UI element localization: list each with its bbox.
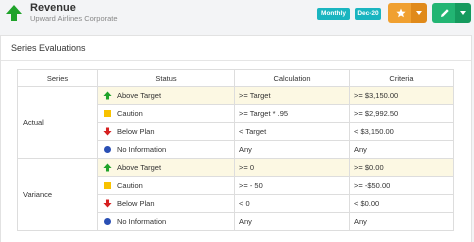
status-label: Below Plan (117, 199, 155, 208)
criteria-cell: Any (349, 140, 454, 159)
criteria-cell: >= -$50.00 (349, 176, 454, 195)
calculation-cell: >= Target * .95 (234, 104, 350, 123)
calculation-cell: < Target (234, 122, 350, 141)
status-cell: Caution (97, 104, 235, 123)
column-header-series: Series (17, 69, 98, 87)
yellow-square-icon (102, 109, 112, 119)
red-down-arrow-icon (102, 127, 112, 137)
status-cell: Below Plan (97, 194, 235, 213)
status-cell: Caution (97, 176, 235, 195)
calculation-cell: >= - 50 (234, 176, 350, 195)
frequency-badge[interactable]: Monthly (317, 8, 350, 20)
status-label: Caution (117, 109, 143, 118)
column-header-criteria: Criteria (349, 69, 454, 87)
green-up-arrow-icon (102, 91, 112, 101)
status-label: No Information (117, 217, 167, 226)
calculation-cell: < 0 (234, 194, 350, 213)
calculation-cell: Any (234, 140, 350, 159)
yellow-square-icon (102, 181, 112, 191)
favorite-dropdown-button[interactable] (411, 3, 427, 23)
blue-circle-icon (102, 145, 112, 155)
table-row: Variance Above Target >= 0 >= $0.00 (17, 158, 454, 231)
calculation-cell: >= Target (234, 86, 350, 105)
table-header-row: Series Status Calculation Criteria (17, 69, 454, 87)
status-label: Above Target (117, 163, 162, 172)
edit-dropdown-button[interactable] (455, 3, 471, 23)
status-cell: Below Plan (97, 122, 235, 141)
chevron-down-icon (416, 11, 422, 15)
status-label: Below Plan (117, 127, 155, 136)
page-subtitle: Upward Airlines Corporate (30, 14, 118, 23)
status-cell: No Information (97, 212, 235, 231)
red-down-arrow-icon (102, 199, 112, 209)
series-evaluations-table: Series Status Calculation Criteria Actua… (17, 69, 454, 231)
criteria-cell: >= $2,992.50 (349, 104, 454, 123)
chevron-down-icon (460, 11, 466, 15)
status-label: Caution (117, 181, 143, 190)
criteria-cell: >= $3,150.00 (349, 86, 454, 105)
criteria-cell: < $3,150.00 (349, 122, 454, 141)
green-up-arrow-icon (102, 163, 112, 173)
green-up-arrow-icon (6, 5, 22, 21)
status-label: Above Target (117, 91, 162, 100)
status-cell: Above Target (97, 158, 235, 177)
status-cell: Above Target (97, 86, 235, 105)
divider (1, 60, 471, 61)
criteria-cell: >= $0.00 (349, 158, 454, 177)
date-badge[interactable]: Dec-20 (355, 8, 381, 20)
column-header-calculation: Calculation (234, 69, 350, 87)
status-label: No Information (117, 145, 167, 154)
calculation-cell: >= 0 (234, 158, 350, 177)
blue-circle-icon (102, 217, 112, 227)
page-header: Revenue Upward Airlines Corporate Monthl… (0, 0, 474, 30)
status-cell: No Information (97, 140, 235, 159)
criteria-cell: < $0.00 (349, 194, 454, 213)
star-icon (396, 8, 406, 18)
pencil-icon (441, 9, 449, 17)
criteria-cell: Any (349, 212, 454, 231)
series-cell: Actual (17, 86, 98, 159)
page-title: Revenue (30, 2, 76, 14)
panel-title: Series Evaluations (11, 43, 86, 53)
series-cell: Variance (17, 158, 98, 231)
calculation-cell: Any (234, 212, 350, 231)
table-row: Actual Above Target >= Target >= $3,150.00 (17, 86, 454, 159)
column-header-status: Status (97, 69, 235, 87)
